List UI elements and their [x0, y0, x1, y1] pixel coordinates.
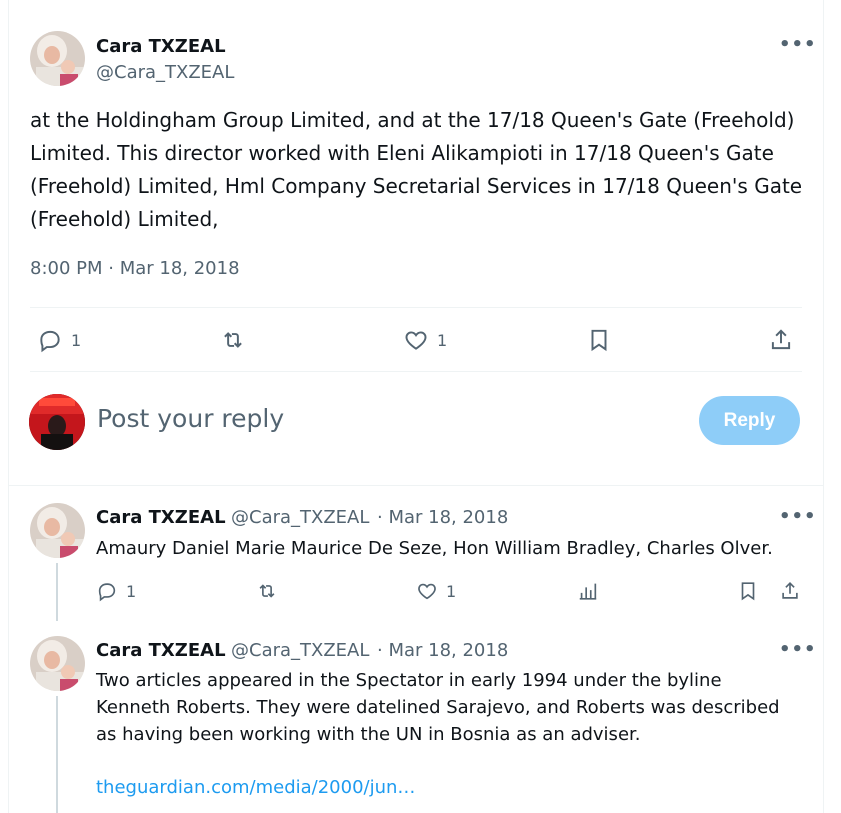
like-icon	[418, 583, 436, 600]
author-avatar[interactable]	[30, 31, 85, 86]
reply-author-name[interactable]: Cara TXZEAL	[96, 640, 226, 661]
divider	[30, 307, 802, 308]
share-icon	[771, 329, 791, 350]
tweet-timestamp[interactable]: 8:00 PM · Mar 18, 2018	[30, 258, 240, 279]
bookmark-icon	[741, 582, 755, 601]
more-icon[interactable]: •••	[779, 506, 817, 527]
my-avatar[interactable]	[29, 394, 85, 450]
like-count: 1	[437, 330, 448, 350]
reply-date[interactable]: · Mar 18, 2018	[377, 507, 508, 528]
thread-line	[56, 563, 58, 621]
more-icon[interactable]: •••	[779, 34, 817, 55]
author-handle[interactable]: @Cara_TXZEAL	[96, 62, 234, 83]
reply-submit-button[interactable]: Reply	[699, 396, 800, 445]
reply-author-name[interactable]: Cara TXZEAL	[96, 507, 226, 528]
more-icon[interactable]: •••	[779, 639, 817, 660]
reply-icon	[98, 583, 116, 602]
reply-author-avatar[interactable]	[30, 636, 85, 691]
like-button[interactable]: 1	[403, 327, 447, 353]
reply-input[interactable]: Post your reply	[97, 404, 284, 433]
like-count: 1	[446, 581, 457, 601]
bookmark-button[interactable]	[586, 327, 612, 353]
reply-icon	[40, 330, 60, 353]
analytics-icon	[579, 583, 597, 600]
reply-count: 1	[126, 581, 137, 601]
repost-icon	[224, 332, 242, 348]
reply-author-handle[interactable]: @Cara_TXZEAL	[231, 640, 369, 661]
reply-author-avatar[interactable]	[30, 503, 85, 558]
repost-button[interactable]	[256, 580, 278, 602]
bookmark-button[interactable]	[737, 580, 759, 602]
reply-text: Amaury Daniel Marie Maurice De Seze, Hon…	[96, 538, 773, 559]
bookmark-icon	[591, 329, 607, 352]
share-button[interactable]	[779, 580, 801, 602]
reply-text: Two articles appeared in the Spectator i…	[96, 670, 780, 745]
repost-button[interactable]	[220, 327, 246, 353]
article-link[interactable]: theguardian.com/media/2000/jun…	[96, 777, 415, 798]
reply-date[interactable]: · Mar 18, 2018	[377, 640, 508, 661]
reply-count: 1	[71, 330, 82, 350]
repost-icon	[259, 584, 275, 598]
reply-button[interactable]: 1	[96, 580, 136, 602]
section-divider	[8, 485, 824, 486]
like-icon	[405, 331, 427, 350]
share-icon	[782, 582, 798, 599]
thread-line	[56, 696, 58, 813]
reply-button[interactable]: 1	[37, 327, 81, 353]
share-button[interactable]	[768, 327, 794, 353]
author-name[interactable]: Cara TXZEAL	[96, 36, 226, 57]
analytics-button[interactable]	[577, 580, 599, 602]
divider	[30, 371, 802, 372]
reply-author-handle[interactable]: @Cara_TXZEAL	[231, 507, 369, 528]
tweet-text: at the Holdingham Group Limited, and at …	[30, 108, 803, 231]
like-button[interactable]: 1	[416, 580, 456, 602]
